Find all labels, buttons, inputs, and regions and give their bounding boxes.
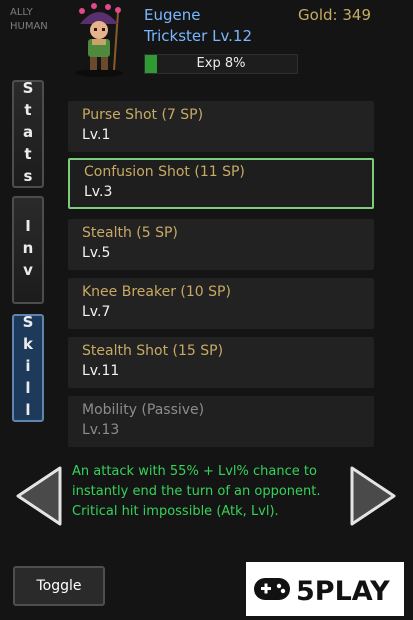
race-label: HUMAN <box>10 21 48 32</box>
gold-counter: Gold: 349 <box>298 6 371 24</box>
character-name: Eugene <box>144 6 201 24</box>
skill-item-knee-breaker[interactable]: Knee Breaker (10 SP) Lv.7 <box>68 278 374 329</box>
tab-inv[interactable]: Inv <box>12 196 44 304</box>
watermark-logo: 5PLAY <box>246 562 404 616</box>
skill-name: Confusion Shot (11 SP) <box>84 164 245 180</box>
ally-label: ALLY <box>10 7 33 18</box>
skill-level: Lv.3 <box>84 184 113 200</box>
skill-name: Purse Shot (7 SP) <box>82 107 204 123</box>
tab-skill-label: Skill <box>19 313 37 423</box>
triangle-left-icon[interactable] <box>12 464 66 528</box>
tab-stats-label: Stats <box>19 79 37 189</box>
watermark-text: 5PLAY <box>296 576 390 607</box>
skill-level: Lv.13 <box>82 422 120 438</box>
skill-name: Knee Breaker (10 SP) <box>82 284 231 300</box>
exp-label: Exp 8% <box>196 56 246 71</box>
skill-item-confusion-shot[interactable]: Confusion Shot (11 SP) Lv.3 <box>68 158 374 209</box>
skill-level: Lv.1 <box>82 127 111 143</box>
skill-level: Lv.5 <box>82 245 111 261</box>
skill-name: Stealth (5 SP) <box>82 225 178 241</box>
skill-screen: ALLY HUMAN Eugene Trickster Lv.12 Gold: … <box>0 0 413 620</box>
tab-stats[interactable]: Stats <box>12 79 44 189</box>
skill-name: Mobility (Passive) <box>82 402 205 418</box>
skill-name: Stealth Shot (15 SP) <box>82 343 224 359</box>
ally-badge: ALLY HUMAN <box>10 6 48 34</box>
tab-inv-label: Inv <box>19 217 37 283</box>
triangle-right-icon[interactable] <box>346 464 400 528</box>
skill-item-mobility[interactable]: Mobility (Passive) Lv.13 <box>68 396 374 447</box>
skill-item-stealth-shot[interactable]: Stealth Shot (15 SP) Lv.11 <box>68 337 374 388</box>
skill-level: Lv.11 <box>82 363 120 379</box>
toggle-button[interactable]: Toggle <box>13 566 105 606</box>
skill-description: An attack with 55% + Lvl% chance to inst… <box>72 464 321 519</box>
gamepad-icon <box>254 578 290 600</box>
character-class-level: Trickster Lv.12 <box>144 27 253 45</box>
tab-skill[interactable]: Skill <box>12 313 44 423</box>
skill-item-purse-shot[interactable]: Purse Shot (7 SP) Lv.1 <box>68 101 374 152</box>
exp-bar: Exp 8% <box>144 54 298 74</box>
character-avatar[interactable] <box>70 2 128 78</box>
skill-item-stealth[interactable]: Stealth (5 SP) Lv.5 <box>68 219 374 270</box>
skill-level: Lv.7 <box>82 304 111 320</box>
